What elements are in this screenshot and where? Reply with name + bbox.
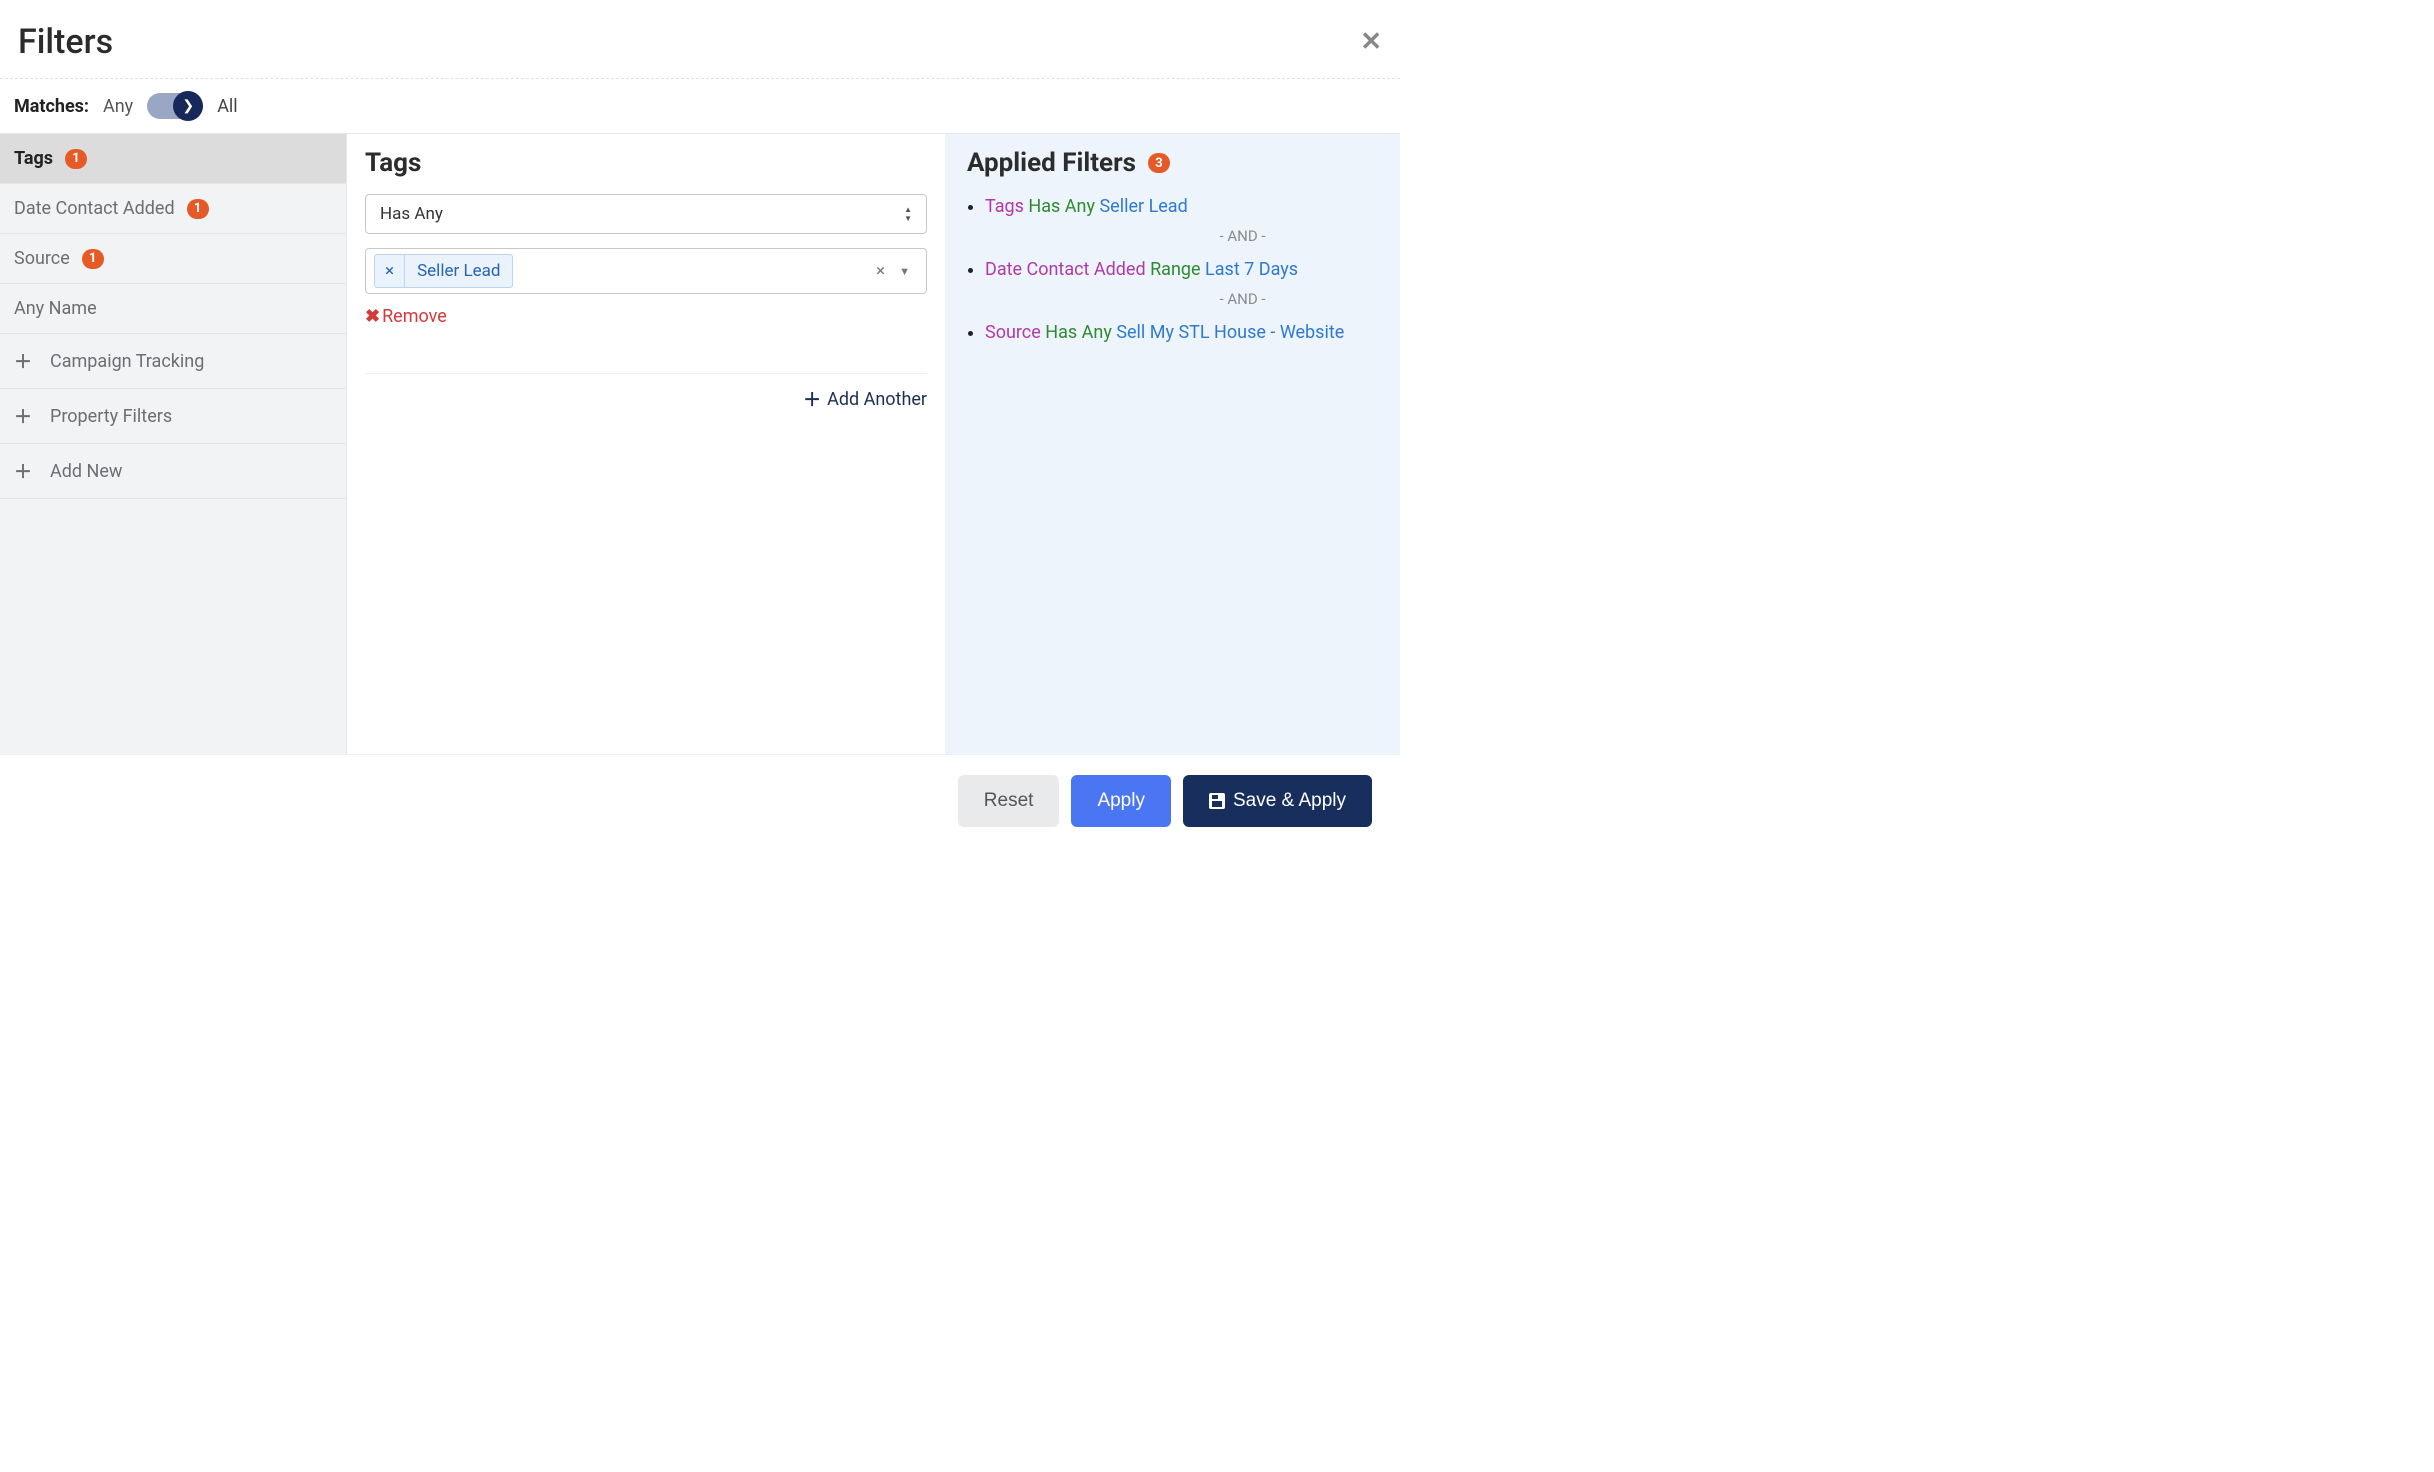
modal-body: Tags 1 Date Contact Added 1 Source 1 Any… (0, 134, 1400, 754)
applied-filters-panel: Applied Filters 3 Tags Has Any Seller Le… (945, 134, 1400, 754)
modal-title: Filters (18, 22, 113, 62)
sidebar-item-label: Property Filters (50, 406, 172, 427)
matches-option-all[interactable]: All (217, 96, 238, 117)
editor-heading: Tags (365, 148, 927, 178)
sidebar-item-campaign-tracking[interactable]: ＋ Campaign Tracking (0, 334, 346, 389)
sidebar-item-label: Any Name (14, 298, 97, 319)
multiselect-tools: × ▼ (876, 261, 918, 281)
applied-heading: Applied Filters 3 (967, 148, 1170, 178)
condition-select-value: Has Any (380, 204, 443, 224)
chevron-right-icon: ❯ (173, 91, 203, 121)
sidebar-item-label: Source (14, 248, 70, 269)
filter-sidebar: Tags 1 Date Contact Added 1 Source 1 Any… (0, 134, 347, 754)
applied-value: Last 7 Days (1205, 259, 1298, 280)
count-badge: 1 (187, 199, 209, 219)
sidebar-item-label: Tags (14, 148, 53, 169)
applied-field: Source (985, 322, 1041, 343)
plus-icon: ＋ (14, 403, 32, 429)
divider (365, 373, 927, 374)
applied-filter-item: Source Has Any Sell My STL House - Websi… (985, 322, 1378, 343)
chip-remove-icon[interactable]: × (375, 255, 405, 287)
close-icon[interactable]: ✕ (1360, 27, 1382, 57)
applied-op: Has Any (1028, 196, 1095, 217)
matches-row: Matches: Any ❯ All (0, 79, 1400, 134)
condition-select[interactable]: Has Any ▲▼ (365, 194, 927, 234)
applied-filters-list: Date Contact Added Range Last 7 Days (967, 259, 1378, 280)
applied-value: Seller Lead (1099, 196, 1187, 217)
apply-button[interactable]: Apply (1071, 775, 1171, 827)
sidebar-item-tags[interactable]: Tags 1 (0, 134, 346, 184)
select-sort-icon: ▲▼ (904, 206, 912, 223)
sidebar-item-source[interactable]: Source 1 (0, 234, 346, 284)
filter-editor: Tags Has Any ▲▼ × Seller Lead × ▼ (347, 134, 945, 754)
reset-button[interactable]: Reset (958, 775, 1060, 827)
plus-icon: ＋ (14, 348, 32, 374)
add-another-button[interactable]: ＋ Add Another (803, 386, 927, 412)
matches-toggle[interactable]: ❯ (147, 93, 203, 119)
applied-filters-list: Tags Has Any Seller Lead (967, 196, 1378, 217)
applied-op: Range (1150, 259, 1200, 280)
sidebar-item-any-name[interactable]: Any Name (0, 284, 346, 334)
applied-filters-list: Source Has Any Sell My STL House - Websi… (967, 322, 1378, 343)
tag-chip: × Seller Lead (374, 254, 513, 288)
applied-filter-item: Date Contact Added Range Last 7 Days (985, 259, 1378, 280)
sidebar-item-label: Campaign Tracking (50, 351, 204, 372)
modal-footer: Reset Apply Save & Apply (0, 754, 1400, 847)
modal-header: Filters ✕ (0, 0, 1400, 79)
and-separator: - AND - (967, 227, 1378, 245)
applied-value: Sell My STL House - Website (1116, 322, 1344, 343)
tag-multiselect[interactable]: × Seller Lead × ▼ (365, 248, 927, 294)
count-badge: 1 (65, 149, 87, 169)
save-apply-button[interactable]: Save & Apply (1183, 775, 1372, 827)
sidebar-item-date-contact-added[interactable]: Date Contact Added 1 (0, 184, 346, 234)
sidebar-item-label: Add New (50, 461, 122, 482)
applied-field: Date Contact Added (985, 259, 1146, 280)
applied-op: Has Any (1045, 322, 1112, 343)
plus-icon: ＋ (14, 458, 32, 484)
remove-label: Remove (382, 306, 447, 327)
applied-count-badge: 3 (1148, 153, 1170, 173)
chevron-down-icon[interactable]: ▼ (899, 265, 910, 278)
chip-label: Seller Lead (405, 255, 512, 287)
add-another-label: Add Another (827, 389, 927, 410)
applied-field: Tags (985, 196, 1024, 217)
sidebar-item-label: Date Contact Added (14, 198, 175, 219)
matches-option-any[interactable]: Any (103, 96, 133, 117)
and-separator: - AND - (967, 290, 1378, 308)
plus-icon: ＋ (803, 386, 821, 412)
remove-filter-button[interactable]: ✖ Remove (365, 306, 447, 327)
filters-modal: Filters ✕ Matches: Any ❯ All Tags 1 Date… (0, 0, 1400, 847)
applied-heading-text: Applied Filters (967, 148, 1136, 178)
save-icon (1209, 793, 1225, 809)
count-badge: 1 (82, 249, 104, 269)
selected-chips: × Seller Lead (374, 254, 513, 288)
applied-filter-item: Tags Has Any Seller Lead (985, 196, 1378, 217)
matches-label: Matches: (14, 96, 89, 117)
sidebar-item-property-filters[interactable]: ＋ Property Filters (0, 389, 346, 444)
close-icon: ✖ (365, 306, 380, 327)
sidebar-item-add-new[interactable]: ＋ Add New (0, 444, 346, 499)
save-apply-label: Save & Apply (1233, 790, 1346, 812)
clear-all-icon[interactable]: × (876, 261, 885, 281)
